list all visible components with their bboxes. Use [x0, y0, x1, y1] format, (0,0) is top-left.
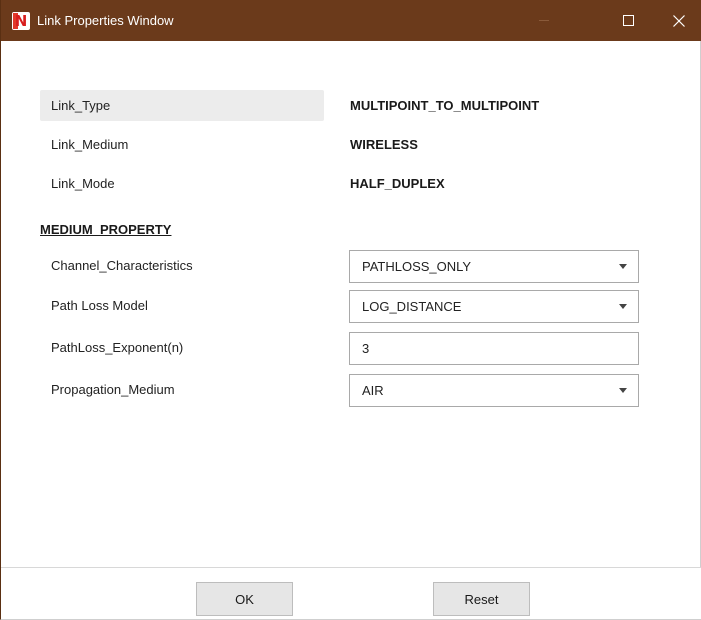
property-row-link-medium[interactable]: Link_Medium	[40, 129, 324, 160]
dropdown-selected-value: PATHLOSS_ONLY	[362, 259, 472, 274]
field-label-pathloss-exponent: PathLoss_Exponent(n)	[51, 340, 184, 355]
property-label: Link_Medium	[51, 137, 129, 152]
close-icon	[673, 14, 685, 27]
channel-characteristics-dropdown[interactable]: PATHLOSS_ONLY	[349, 250, 639, 283]
reset-button[interactable]: Reset	[433, 582, 530, 616]
maximize-icon	[622, 15, 634, 26]
propagation-medium-dropdown[interactable]: AIR	[349, 374, 639, 407]
dropdown-selected-value: LOG_DISTANCE	[362, 299, 462, 314]
path-loss-model-dropdown[interactable]: LOG_DISTANCE	[349, 290, 639, 323]
maximize-button[interactable]	[605, 0, 651, 41]
field-label-propagation-medium: Propagation_Medium	[51, 382, 175, 397]
link-properties-window: N Link Properties Window Link_Type MULTI…	[0, 0, 701, 620]
property-label: Link_Type	[51, 98, 111, 113]
app-logo-icon: N	[12, 12, 30, 30]
close-button[interactable]	[656, 0, 701, 41]
field-label-path-loss-model: Path Loss Model	[51, 298, 148, 313]
title-bar[interactable]: N Link Properties Window	[1, 0, 701, 41]
field-label-channel-characteristics: Channel_Characteristics	[51, 258, 193, 273]
property-value-link-mode: HALF_DUPLEX	[350, 176, 445, 191]
dropdown-selected-value: AIR	[362, 383, 384, 398]
minimize-button[interactable]	[521, 0, 567, 41]
dialog-footer: OK Reset	[1, 567, 701, 619]
chevron-down-icon	[619, 264, 627, 269]
app-logo-letter: N	[14, 12, 28, 30]
minimize-icon	[539, 20, 549, 21]
chevron-down-icon	[619, 388, 627, 393]
input-value: 3	[362, 341, 370, 356]
property-value-link-type: MULTIPOINT_TO_MULTIPOINT	[350, 98, 540, 113]
section-title-medium-property: MEDIUM_PROPERTY	[40, 222, 172, 237]
property-row-link-mode[interactable]: Link_Mode	[40, 168, 324, 199]
chevron-down-icon	[619, 304, 627, 309]
ok-button[interactable]: OK	[196, 582, 293, 616]
property-value-link-medium: WIRELESS	[350, 137, 418, 152]
window-title: Link Properties Window	[37, 13, 174, 28]
window-content: Link_Type MULTIPOINT_TO_MULTIPOINT Link_…	[1, 41, 701, 567]
property-row-link-type[interactable]: Link_Type	[40, 90, 324, 121]
pathloss-exponent-input[interactable]: 3	[349, 332, 639, 365]
property-label: Link_Mode	[51, 176, 115, 191]
